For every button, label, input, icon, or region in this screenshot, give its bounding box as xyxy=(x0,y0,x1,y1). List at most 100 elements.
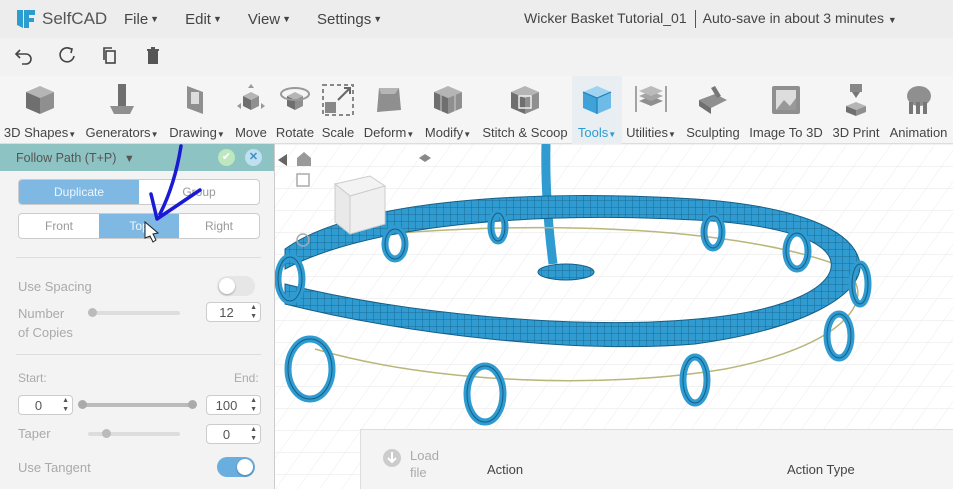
tool-scale[interactable]: Scale xyxy=(319,76,357,144)
undo-icon[interactable] xyxy=(14,46,34,66)
tool-rotate[interactable]: Rotate xyxy=(273,76,317,144)
taper-stepper[interactable]: 0 ▲ ▼ xyxy=(206,424,261,444)
caret-down-icon[interactable]: ▼ xyxy=(888,15,897,25)
start-stepper[interactable]: 0 ▲ ▼ xyxy=(18,395,73,415)
title-separator xyxy=(694,10,696,29)
tool-rotate-label: Rotate xyxy=(275,125,315,140)
tool-animation[interactable]: Animation xyxy=(884,76,953,144)
load-file-label-1: Load xyxy=(410,448,439,463)
tool-tools[interactable]: Tools▼ xyxy=(572,76,622,144)
tool-animation-label: Animation xyxy=(889,125,948,140)
caret-down-icon: ▼ xyxy=(212,14,222,24)
app-name: SelfCAD xyxy=(42,9,108,28)
file-title-area[interactable]: Wicker Basket Tutorial_01 Auto-save in a… xyxy=(524,10,897,29)
tool-tools-label: Tools▼ xyxy=(577,125,617,140)
tool-image-to-3d-label: Image To 3D xyxy=(749,125,823,140)
autosave-status[interactable]: Auto-save in about 3 minutes xyxy=(703,10,884,26)
menu-bar: SelfCAD File ▼ Edit ▼ View ▼ Settings ▼ Wick… xyxy=(0,0,953,38)
tool-stitch-scoop[interactable]: Stitch & Scoop xyxy=(479,76,571,144)
printer-icon xyxy=(846,84,866,116)
end-stepper[interactable]: 100 ▲ ▼ xyxy=(206,395,261,415)
menu-edit[interactable]: Edit ▼ xyxy=(185,11,222,28)
tool-3d-shapes[interactable]: 3D Shapes▼ xyxy=(0,76,80,144)
stitch-icon xyxy=(511,86,539,114)
move-icon xyxy=(237,84,265,110)
taper-slider[interactable] xyxy=(88,429,180,438)
use-spacing-toggle[interactable] xyxy=(217,276,255,296)
deform-icon xyxy=(377,88,401,112)
use-tangent-label: Use Tangent xyxy=(18,460,91,475)
mode-duplicate-tab[interactable]: Duplicate xyxy=(19,180,139,204)
copies-label-line2: of Copies xyxy=(18,325,73,340)
caret-down-icon: ▼ xyxy=(282,14,292,24)
download-icon xyxy=(383,449,401,467)
copy-icon[interactable] xyxy=(100,46,120,66)
redo-icon[interactable] xyxy=(57,46,77,66)
use-spacing-label: Use Spacing xyxy=(18,279,92,294)
tool-modify[interactable]: Modify▼ xyxy=(421,76,475,144)
caret-down-icon: ▼ xyxy=(373,14,383,24)
copies-slider[interactable] xyxy=(88,308,180,317)
view-cube-icon[interactable] xyxy=(333,175,387,236)
trash-icon[interactable] xyxy=(143,46,163,66)
modify-icon xyxy=(434,86,462,114)
main-toolbar: 3D Shapes▼ Generators▼ Drawing▼ Move Rot… xyxy=(0,76,953,144)
stepper-arrows-icon[interactable]: ▲ ▼ xyxy=(250,425,257,443)
quick-actions-bar xyxy=(0,38,953,76)
end-label: End: xyxy=(234,371,259,385)
close-icon[interactable]: ✕ xyxy=(245,149,262,166)
tool-move[interactable]: Move xyxy=(231,76,271,144)
start-value[interactable]: 0 xyxy=(19,398,58,413)
stepper-arrows-icon[interactable]: ▲ ▼ xyxy=(250,303,257,321)
stepper-arrows-icon[interactable]: ▲ ▼ xyxy=(62,396,69,414)
panel-title: Follow Path (T+P) ▼ xyxy=(16,151,135,165)
tool-3d-shapes-label: 3D Shapes▼ xyxy=(3,125,77,140)
tool-generators[interactable]: Generators▼ xyxy=(82,76,162,144)
taper-label: Taper xyxy=(18,426,51,441)
sculpt-icon xyxy=(699,86,727,114)
stepper-arrows-icon[interactable]: ▲ ▼ xyxy=(250,396,257,414)
tool-image-to-3d[interactable]: Image To 3D xyxy=(746,76,826,144)
start-end-range-slider[interactable] xyxy=(78,400,197,409)
tool-deform-label: Deform▼ xyxy=(363,125,415,140)
file-name[interactable]: Wicker Basket Tutorial_01 xyxy=(524,10,687,26)
copies-value[interactable]: 12 xyxy=(207,305,246,320)
actions-panel xyxy=(360,429,953,489)
image-icon xyxy=(772,86,800,114)
confirm-check-icon[interactable]: ✔ xyxy=(218,149,235,166)
copies-stepper[interactable]: 12 ▲ ▼ xyxy=(206,302,261,322)
selfcad-logo[interactable]: SelfCAD xyxy=(14,7,124,31)
tool-sculpting[interactable]: Sculpting xyxy=(682,76,744,144)
menu-view[interactable]: View ▼ xyxy=(248,11,291,28)
range-end-knob[interactable] xyxy=(188,400,197,409)
scale-icon xyxy=(322,84,354,116)
tool-sculpting-label: Sculpting xyxy=(686,125,740,140)
toggle-knob xyxy=(219,278,235,294)
slider-knob[interactable] xyxy=(88,308,97,317)
handle-base xyxy=(537,263,595,281)
tool-3d-print[interactable]: 3D Print xyxy=(828,76,884,144)
cube-icon xyxy=(26,86,54,114)
start-label: Start: xyxy=(18,371,47,385)
slider-knob[interactable] xyxy=(102,429,111,438)
action-column-header: Action xyxy=(487,462,524,477)
annotation-arrow-overlay xyxy=(144,144,202,243)
tool-drawing[interactable]: Drawing▼ xyxy=(166,76,228,144)
menu-file[interactable]: File ▼ xyxy=(124,11,159,28)
mouse-cursor-icon xyxy=(144,220,160,243)
rotate-icon xyxy=(280,87,310,110)
taper-value[interactable]: 0 xyxy=(207,427,246,442)
selfcad-logo-icon xyxy=(14,7,38,31)
tool-utilities[interactable]: Utilities▼ xyxy=(622,76,680,144)
use-tangent-toggle[interactable] xyxy=(217,457,255,477)
pin-icon xyxy=(110,84,134,114)
tool-modify-label: Modify▼ xyxy=(424,125,472,140)
menu-file-label: File xyxy=(124,10,149,28)
range-start-knob[interactable] xyxy=(78,400,87,409)
toggle-knob xyxy=(237,459,253,475)
menu-settings-label: Settings xyxy=(317,10,372,28)
view-front-tab[interactable]: Front xyxy=(19,214,99,238)
end-value[interactable]: 100 xyxy=(207,398,246,413)
menu-settings[interactable]: Settings ▼ xyxy=(317,11,382,28)
tool-deform[interactable]: Deform▼ xyxy=(359,76,419,144)
